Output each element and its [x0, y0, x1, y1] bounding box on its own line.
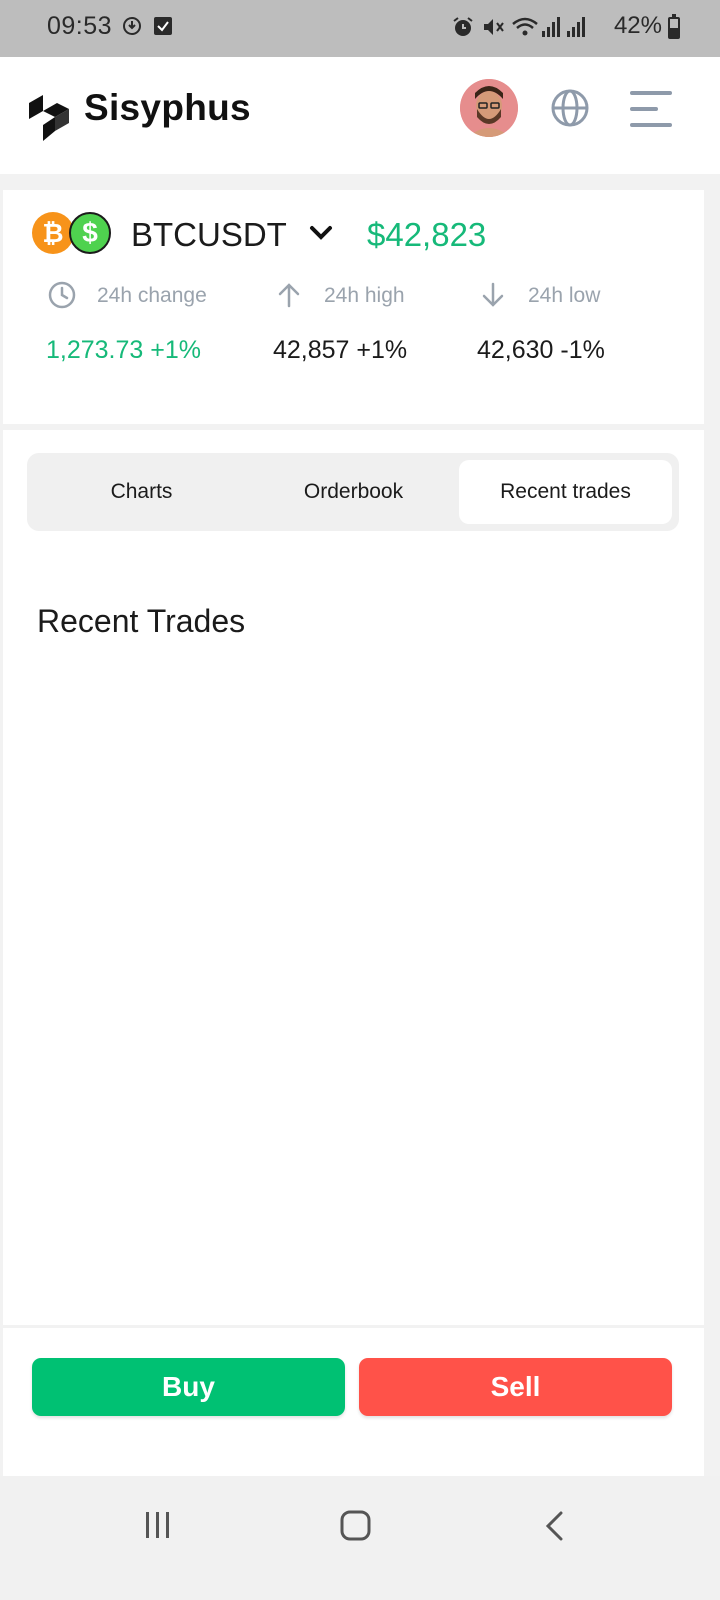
bitcoin-icon: ₿ — [32, 212, 74, 254]
globe-icon[interactable] — [550, 88, 590, 128]
arrow-down-icon — [482, 282, 504, 307]
stat-value-low: 42,630 -1% — [477, 336, 605, 364]
content-panel: Charts Orderbook Recent trades Recent Tr… — [3, 430, 704, 1325]
user-avatar[interactable] — [460, 79, 518, 137]
app-header: Sisyphus — [0, 57, 720, 174]
tab-orderbook[interactable]: Orderbook — [247, 460, 460, 524]
tab-bar: Charts Orderbook Recent trades — [27, 453, 679, 531]
tab-charts[interactable]: Charts — [35, 460, 248, 524]
current-price: $42,823 — [367, 216, 487, 253]
download-status-icon — [123, 17, 141, 35]
avatar-illustration — [460, 79, 518, 137]
ticker-card: ₿ $ BTCUSDT $42,823 24h change 1,273.73 … — [3, 190, 704, 424]
system-nav-bar — [0, 1476, 720, 1600]
wifi-icon — [512, 17, 538, 36]
brand-name[interactable]: Sisyphus — [84, 87, 251, 129]
signal-icon — [542, 17, 585, 37]
status-bar: 09:53 42% — [0, 0, 720, 57]
recent-apps-icon[interactable] — [143, 1510, 173, 1540]
buy-button[interactable]: Buy — [32, 1358, 345, 1416]
stat-label-low: 24h low — [528, 284, 601, 307]
clock-icon — [48, 281, 76, 309]
pair-selector[interactable]: BTCUSDT — [131, 216, 287, 254]
stat-value-change: 1,273.73 +1% — [46, 336, 201, 364]
home-icon[interactable] — [340, 1510, 372, 1542]
battery-icon — [668, 14, 680, 39]
section-title: Recent Trades — [37, 603, 246, 639]
alarm-icon — [453, 17, 473, 36]
stat-label-change: 24h change — [97, 284, 207, 307]
sell-button[interactable]: Sell — [359, 1358, 672, 1416]
stat-label-high: 24h high — [324, 284, 405, 307]
stat-value-high: 42,857 +1% — [273, 336, 408, 364]
sisyphus-logo-icon[interactable] — [29, 79, 69, 141]
arrow-up-icon — [278, 283, 300, 308]
chevron-down-icon[interactable] — [308, 224, 334, 242]
trade-actions: Buy Sell — [3, 1328, 704, 1476]
menu-icon[interactable] — [630, 90, 674, 128]
checkbox-status-icon — [154, 17, 172, 35]
dollar-icon: $ — [69, 212, 111, 254]
status-time: 09:53 — [47, 12, 113, 40]
battery-percent: 42% — [613, 12, 662, 39]
back-icon[interactable] — [543, 1510, 567, 1542]
tab-recent-trades[interactable]: Recent trades — [459, 460, 672, 524]
mute-icon — [484, 19, 504, 35]
